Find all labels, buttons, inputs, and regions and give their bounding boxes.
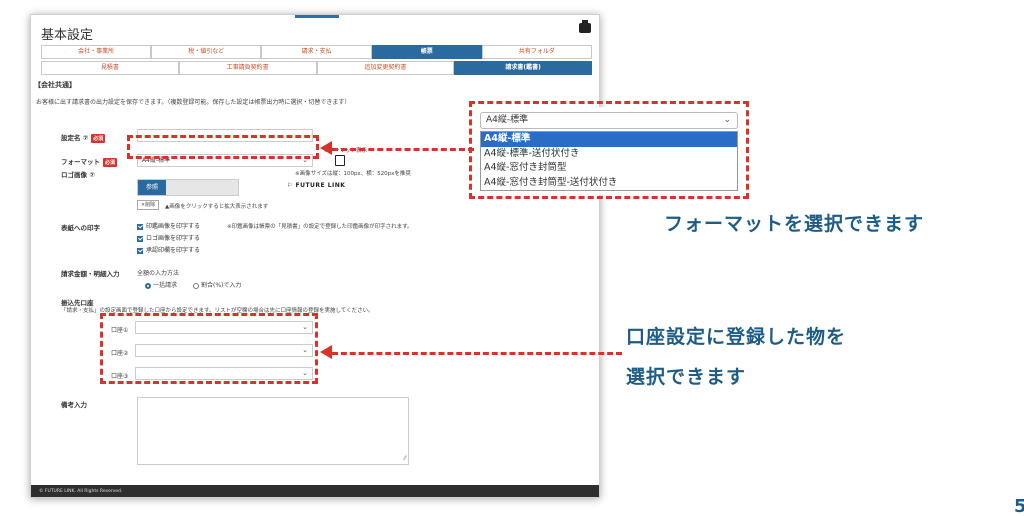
- print-logo-label: ロゴ画像を印字する: [146, 235, 201, 242]
- print-approval-label: 承認印欄を印字する: [146, 247, 201, 254]
- print-note: ※印鑑画像は帳票の「見積書」の設定で登録した印鑑画像が印字されます。: [227, 224, 413, 230]
- format-label: フォーマット 必須: [61, 156, 118, 167]
- top-indicator: [295, 15, 339, 18]
- form-tabs: 見積書 工事請負契約書 追加変更契約書 請求書(鑑書): [41, 61, 592, 75]
- amount-lump-label: 一括請求: [153, 282, 178, 289]
- page-number: 5: [1014, 496, 1024, 516]
- required-badge: 必須: [103, 157, 118, 167]
- print-seal-checkbox[interactable]: 印鑑画像を印字する: [137, 221, 200, 230]
- format-arrow-line: [332, 148, 474, 151]
- radio-unselected-icon: [193, 282, 199, 289]
- page-title: 基本設定: [41, 28, 94, 43]
- delete-logo-button[interactable]: ×削除: [137, 200, 159, 210]
- format-option[interactable]: A4縦-窓付き封筒型: [481, 161, 737, 176]
- print-icon[interactable]: [579, 20, 591, 33]
- format-callout: フォーマットを選択できます: [664, 213, 925, 235]
- accounts-callout-line2: 選択できます: [626, 366, 747, 388]
- logo-label: ロゴ画像 ⑦: [61, 171, 95, 179]
- category-tabs: 会社・事業所 税・値引など 請求・支払 帳票 共有フォルダ: [41, 45, 593, 59]
- setting-name-label-text: 設定名 ⑦: [61, 134, 89, 142]
- tab-billing[interactable]: 請求・支払: [261, 45, 372, 59]
- footer: © FUTURE LINK. All Rights Reserved.: [31, 485, 599, 497]
- checkbox-checked-icon: [137, 247, 143, 254]
- tab-estimate[interactable]: 見積書: [41, 61, 179, 75]
- format-option[interactable]: A4縦-窓付き封筒型-送付状付き: [481, 175, 737, 190]
- tab-company[interactable]: 会社・事業所: [41, 45, 152, 59]
- tab-construction-contract[interactable]: 工事請負契約書: [178, 61, 317, 75]
- print-seal-label: 印鑑画像を印字する: [146, 223, 201, 230]
- tab-shared-folder[interactable]: 共有フォルダ: [481, 45, 593, 59]
- section-title: 【会社共通】: [34, 81, 76, 89]
- format-dropdown-value: A4縦-標準: [486, 115, 529, 125]
- amount-percent-radio[interactable]: 割合(%)で入力: [193, 280, 241, 289]
- amount-percent-label: 割合(%)で入力: [201, 282, 242, 289]
- print-approval-checkbox[interactable]: 承認印欄を印字する: [137, 245, 200, 254]
- tab-invoice[interactable]: 請求書(鑑書): [454, 61, 592, 75]
- format-option[interactable]: A4縦-標準-送付状付き: [481, 146, 737, 161]
- logo-hint: ▲画像をクリックすると拡大表示されます: [165, 204, 269, 210]
- required-badge: 必須: [91, 133, 106, 143]
- browse-button[interactable]: 参照: [138, 180, 166, 195]
- tab-forms[interactable]: 帳票: [371, 45, 482, 59]
- amount-label: 請求金額・明細入力: [61, 270, 120, 278]
- format-highlight: [127, 135, 319, 159]
- format-dropdown-select[interactable]: A4縦-標準 ⌄: [480, 112, 738, 129]
- settings-screen: 基本設定 会社・事業所 税・値引など 請求・支払 帳票 共有フォルダ 見積書 工…: [30, 14, 600, 498]
- tab-change-contract[interactable]: 追加変更契約書: [316, 61, 455, 75]
- checkbox-checked-icon: [137, 223, 143, 230]
- resize-handle-icon[interactable]: ⁄⁄: [404, 455, 406, 462]
- checkbox-checked-icon: [137, 235, 143, 242]
- setting-name-label: 設定名 ⑦ 必須: [61, 132, 106, 143]
- amount-lump-radio[interactable]: 一括請求: [145, 280, 177, 289]
- format-dropdown: A4縦-標準 ⌄ A4縦-標準 A4縦-標準-送付状付き A4縦-窓付き封筒型 …: [474, 107, 744, 195]
- format-dropdown-list: A4縦-標準 A4縦-標準-送付状付き A4縦-窓付き封筒型 A4縦-窓付き封筒…: [480, 131, 738, 191]
- memo-textarea[interactable]: ⁄⁄: [137, 397, 409, 465]
- format-label-text: フォーマット: [61, 158, 100, 166]
- chevron-down-icon: ⌄: [723, 115, 731, 125]
- accounts-arrow-line: [332, 352, 622, 355]
- radio-selected-icon: [145, 282, 151, 289]
- accounts-callout-line1: 口座設定に登録した物を: [626, 326, 847, 348]
- logo-flag-icon: ⚐: [287, 182, 293, 189]
- print-label: 表紙への印字: [61, 224, 100, 232]
- arrow-left-icon: [320, 141, 332, 155]
- intro-text: お客様に出す請求書の出力設定を保存できます。（複数登録可能。保存した設定は帳票出…: [36, 99, 351, 106]
- logo-image[interactable]: ⚐ FUTURE LINK: [287, 182, 345, 189]
- accounts-highlight: [100, 313, 318, 384]
- preview-icon[interactable]: [335, 155, 345, 166]
- logo-file-area: 参照: [137, 179, 239, 196]
- logo-text: FUTURE LINK: [295, 182, 346, 189]
- amount-method-label: 全額の入力方法: [137, 270, 180, 277]
- memo-label: 備考入力: [61, 401, 87, 409]
- print-logo-checkbox[interactable]: ロゴ画像を印字する: [137, 233, 200, 242]
- tab-tax[interactable]: 税・値引など: [151, 45, 262, 59]
- format-option[interactable]: A4縦-標準: [481, 132, 737, 147]
- arrow-left-icon: [320, 345, 332, 359]
- logo-size-note: ※画像サイズは縦：100px、横：520pxを推奨: [295, 171, 411, 177]
